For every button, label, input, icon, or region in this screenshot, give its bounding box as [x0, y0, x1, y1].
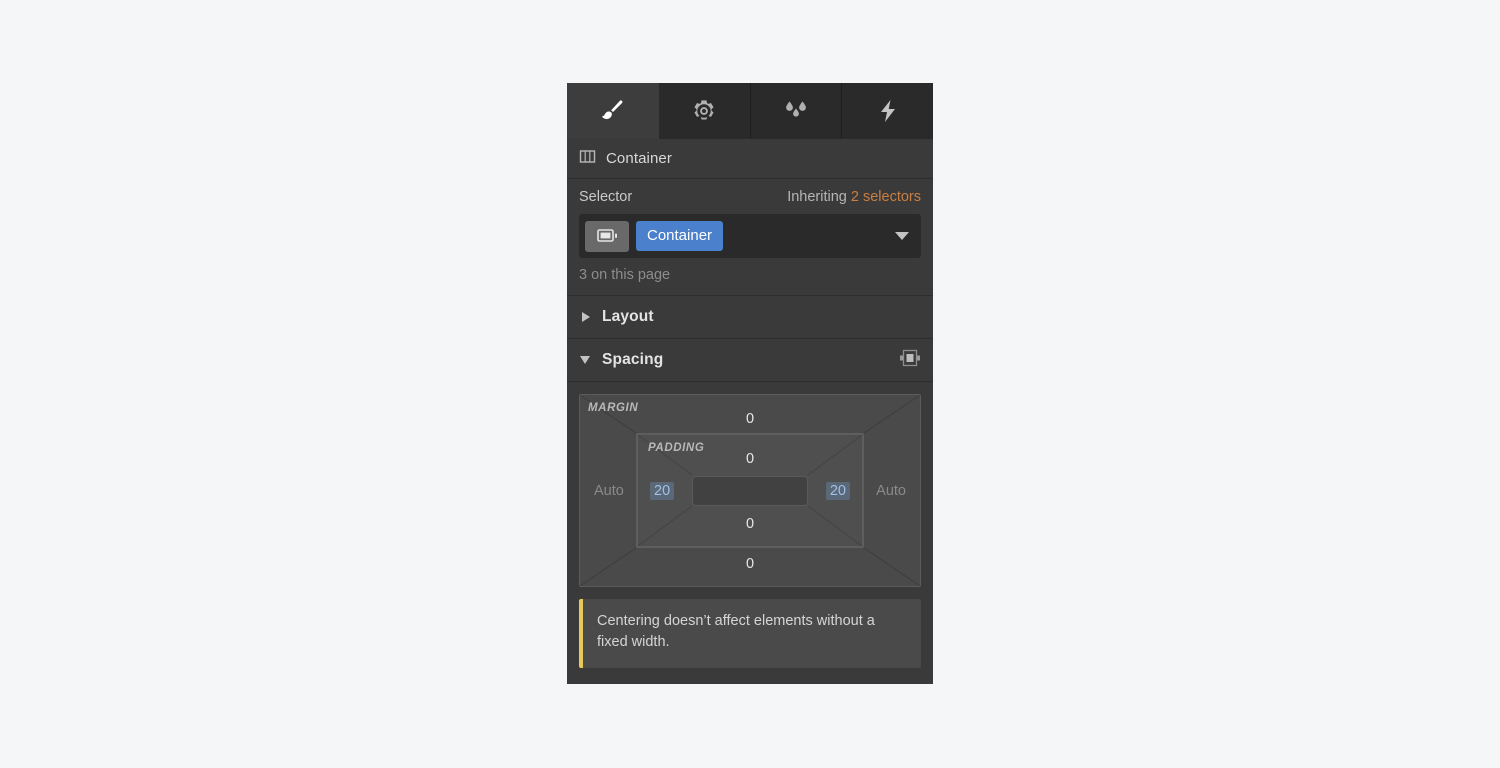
selector-tag-container[interactable]: Container — [636, 221, 724, 251]
margin-left-value[interactable]: Auto — [594, 483, 624, 499]
padding-right-value[interactable]: 20 — [825, 481, 850, 500]
section-header-layout[interactable]: Layout — [567, 296, 933, 339]
center-align-icon[interactable] — [899, 348, 921, 373]
style-panel: Container Selector Inheriting 2 selector… — [567, 83, 933, 684]
selector-section: Selector Inheriting 2 selectors Containe… — [567, 179, 933, 296]
container-icon — [579, 148, 596, 170]
margin-region-label: MARGIN — [588, 402, 639, 414]
gear-icon — [691, 98, 717, 124]
inheriting-info: Inheriting 2 selectors — [787, 189, 921, 205]
water-drops-icon — [781, 98, 811, 124]
padding-bottom-value[interactable]: 0 — [746, 516, 754, 532]
breadcrumb-label: Container — [606, 150, 672, 167]
tab-style[interactable] — [567, 83, 659, 139]
notice-wrapper: Centering doesn’t affect elements withou… — [567, 587, 933, 682]
margin-top-value[interactable]: 0 — [746, 411, 754, 427]
margin-right-value[interactable]: Auto — [876, 483, 906, 499]
chevron-down-icon[interactable] — [895, 232, 909, 240]
selector-field[interactable]: Container — [579, 214, 921, 258]
triangle-right-icon — [582, 312, 590, 322]
panel-tab-bar — [567, 83, 933, 139]
section-header-spacing[interactable]: Spacing — [567, 339, 933, 382]
desktop-device-icon[interactable] — [585, 220, 629, 252]
section-title-spacing: Spacing — [602, 351, 664, 368]
padding-top-value[interactable]: 0 — [746, 451, 754, 467]
tab-interactions[interactable] — [842, 83, 933, 139]
selector-header-row: Selector Inheriting 2 selectors — [579, 189, 921, 205]
selector-title: Selector — [579, 189, 633, 205]
inheriting-count-link[interactable]: 2 selectors — [851, 189, 921, 205]
tab-effects[interactable] — [750, 83, 843, 139]
margin-box: MARGIN 0 Auto Auto 0 PADDING 0 20 20 0 — [579, 394, 921, 587]
spacing-widget: MARGIN 0 Auto Auto 0 PADDING 0 20 20 0 — [567, 382, 933, 587]
padding-region-label: PADDING — [648, 442, 705, 454]
inheriting-prefix: Inheriting — [787, 189, 847, 205]
triangle-down-icon — [580, 356, 590, 364]
selector-count-note[interactable]: 3 on this page — [579, 267, 921, 283]
tab-settings[interactable] — [658, 83, 751, 139]
spacing-notice: Centering doesn’t affect elements withou… — [579, 599, 921, 668]
paint-brush-icon — [598, 97, 626, 125]
lightning-bolt-icon — [876, 98, 900, 124]
padding-left-value[interactable]: 20 — [650, 481, 675, 500]
screen-canvas: Container Selector Inheriting 2 selector… — [0, 0, 1500, 768]
breadcrumb[interactable]: Container — [567, 139, 933, 179]
margin-bottom-value[interactable]: 0 — [746, 556, 754, 572]
section-title-layout: Layout — [602, 308, 654, 325]
padding-box: PADDING 0 20 20 0 — [636, 433, 864, 548]
content-box — [692, 475, 808, 506]
